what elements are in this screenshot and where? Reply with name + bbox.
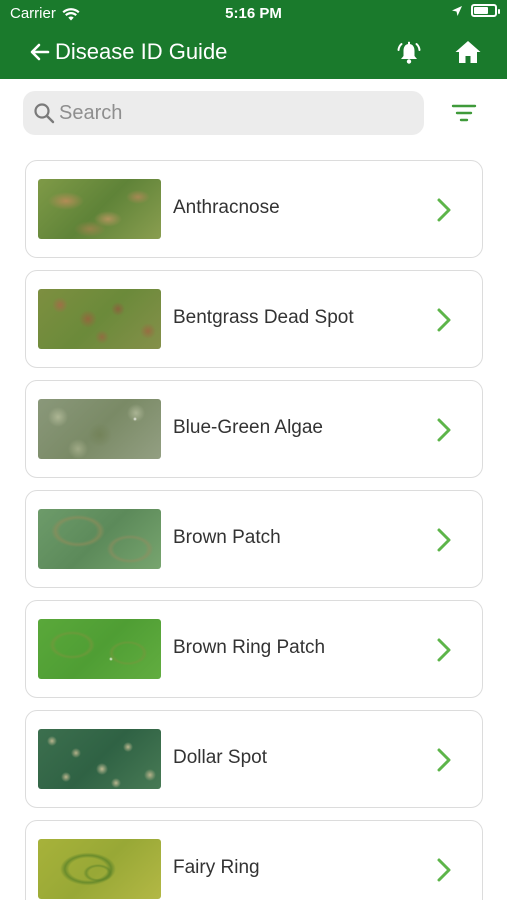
list-item[interactable]: Anthracnose [25, 160, 483, 258]
list-item[interactable]: Fairy Ring [25, 820, 483, 900]
list-item[interactable]: Brown Ring Patch [25, 600, 483, 698]
disease-name: Dollar Spot [173, 747, 267, 768]
chevron-right-icon [437, 418, 451, 442]
filter-icon[interactable] [450, 100, 478, 126]
list-item[interactable]: Blue-Green Algae [25, 380, 483, 478]
app-header: Carrier 5:16 PM Disease ID Guide [0, 0, 507, 79]
list-item[interactable]: Bentgrass Dead Spot [25, 270, 483, 368]
disease-name: Fairy Ring [173, 857, 260, 878]
disease-name: Brown Patch [173, 527, 281, 548]
blue-green-algae-thumbnail [38, 399, 161, 459]
location-icon [452, 5, 462, 16]
chevron-right-icon [437, 858, 451, 882]
status-right [451, 4, 500, 17]
status-time: 5:16 PM [225, 5, 282, 22]
chevron-right-icon [437, 638, 451, 662]
nav-bar: Disease ID Guide [0, 30, 507, 76]
anthracnose-thumbnail [38, 179, 161, 239]
chevron-right-icon [437, 528, 451, 552]
battery-icon [471, 4, 500, 17]
brown-ring-patch-thumbnail [38, 619, 161, 679]
search-icon [34, 103, 55, 124]
bentgrass-dead-spot-thumbnail [38, 289, 161, 349]
home-icon[interactable] [454, 39, 482, 65]
status-bar: Carrier 5:16 PM [0, 0, 507, 28]
alert-bell-icon[interactable] [396, 40, 422, 66]
disease-name: Brown Ring Patch [173, 637, 326, 658]
chevron-right-icon [437, 308, 451, 332]
dollar-spot-thumbnail [38, 729, 161, 789]
disease-name: Anthracnose [173, 197, 280, 218]
brown-patch-thumbnail [38, 509, 161, 569]
list-item[interactable]: Brown Patch [25, 490, 483, 588]
chevron-right-icon [437, 748, 451, 772]
search-input[interactable] [59, 91, 414, 135]
disease-name: Blue-Green Algae [173, 417, 323, 438]
fairy-ring-thumbnail [38, 839, 161, 899]
back-arrow-icon[interactable] [28, 40, 52, 64]
page-title: Disease ID Guide [55, 39, 228, 64]
list-item[interactable]: Dollar Spot [25, 710, 483, 808]
chevron-right-icon [437, 198, 451, 222]
disease-name: Bentgrass Dead Spot [173, 307, 354, 328]
search-bar[interactable] [23, 91, 424, 135]
